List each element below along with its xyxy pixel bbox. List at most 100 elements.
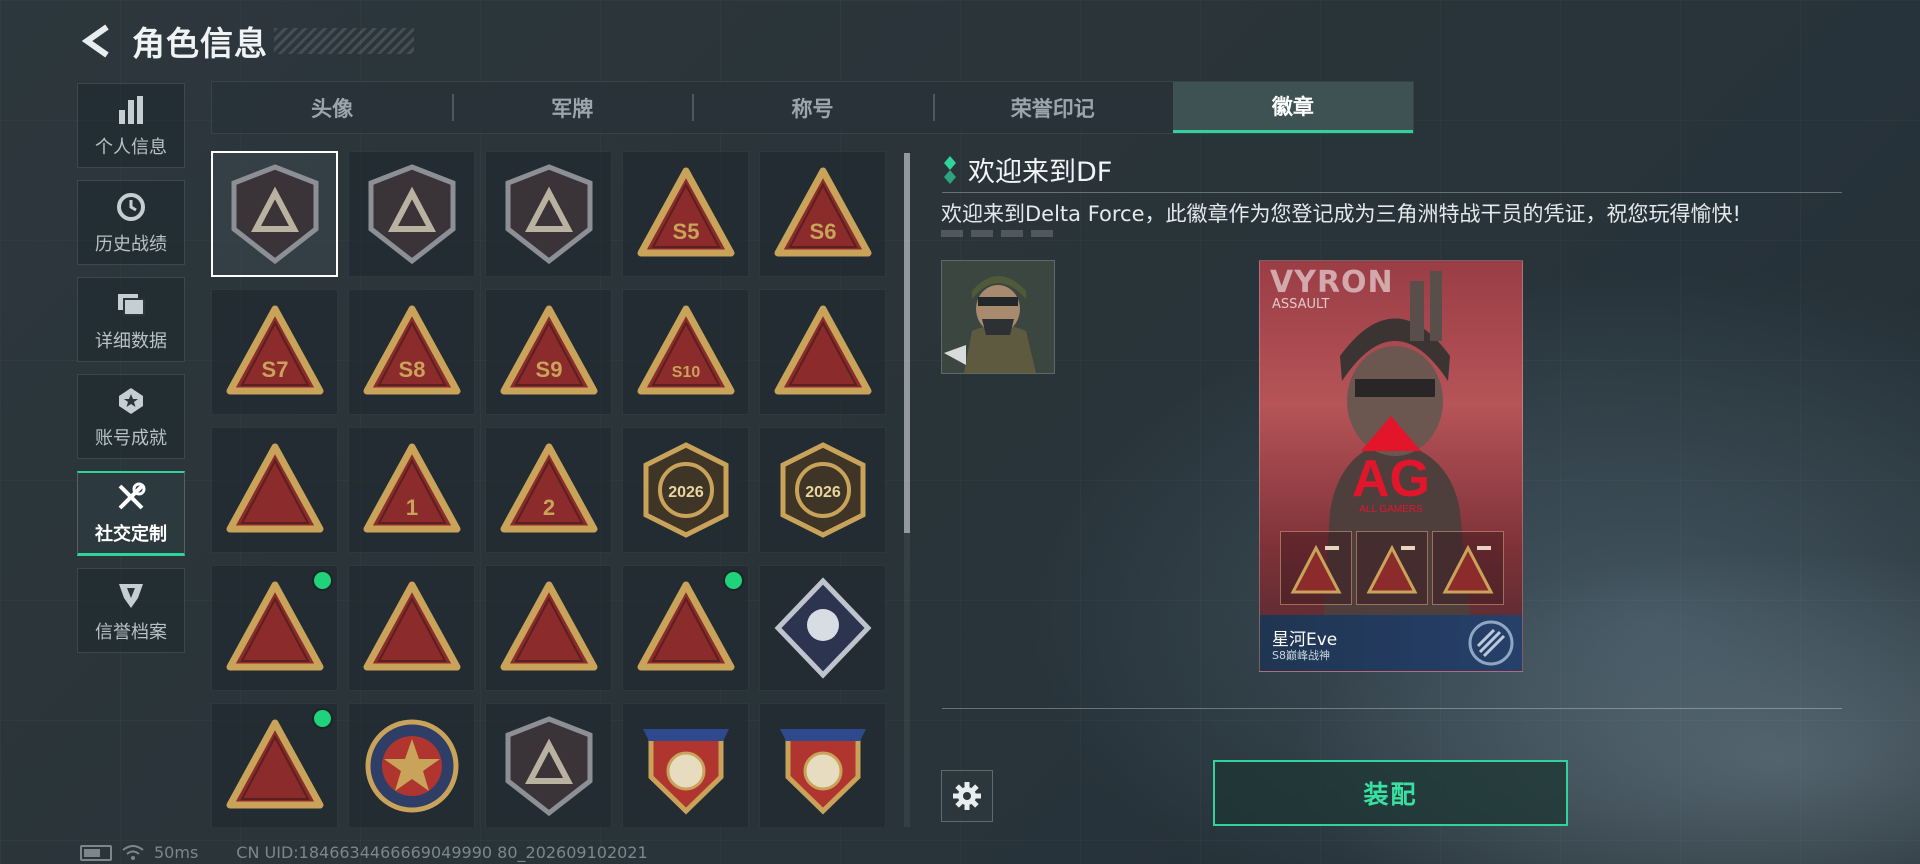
badge-season-9[interactable]: S9 [485, 289, 612, 415]
tab-title[interactable]: 称号 [692, 82, 932, 133]
tab-badge[interactable]: 徽章 [1172, 82, 1414, 133]
badge-gas-mask[interactable] [759, 289, 886, 415]
badge-delta-force-2026-wall[interactable]: 2026 [622, 427, 749, 553]
badge-delta-force-2026-globe[interactable]: 2026 [759, 427, 886, 553]
badge-season-8[interactable]: S8 [348, 289, 475, 415]
settings-button[interactable] [941, 770, 993, 822]
status-bar: 50ms CN UID:1846634466669049990 80_20260… [80, 843, 648, 862]
new-indicator-dot [312, 708, 333, 729]
user-uid: CN UID:1846634466669049990 80_2026091020… [236, 843, 648, 862]
badge-text: S7 [261, 357, 288, 382]
category-tabs: 头像 军牌 称号 荣誉印记 徽章 [211, 81, 1414, 134]
delta-force-2026-wall-badge-icon: 2026 [643, 442, 728, 538]
svg-text:ALL GAMERS: ALL GAMERS [1359, 504, 1423, 515]
badge-season-6[interactable]: S6 [759, 151, 886, 277]
badge-season-7[interactable]: S7 [211, 289, 338, 415]
battery-icon [80, 844, 112, 861]
geometric-logo-badge-icon [505, 164, 592, 265]
page-title: 角色信息 [132, 24, 268, 63]
badge-rocket[interactable] [622, 565, 749, 691]
gear-icon [953, 782, 981, 810]
badge-description: 欢迎来到Delta Force，此徽章作为您登记成为三角洲特战干员的凭证，祝您玩… [941, 202, 1741, 226]
hands-dice-badge-icon [363, 581, 460, 671]
tab-dog-tag[interactable]: 军牌 [452, 82, 692, 133]
title-decoration [274, 28, 414, 54]
folder-icon [114, 287, 148, 321]
season-6-badge-icon: S6 [774, 167, 871, 257]
delta-force-logo-badge-icon [231, 164, 318, 265]
back-button[interactable] [78, 21, 118, 61]
badge-geometric-logo[interactable] [485, 151, 612, 277]
sidebar-item-social[interactable]: 社交定制 [77, 471, 185, 556]
badge-star-emblem[interactable] [348, 703, 475, 827]
card-badge-slot-2 [1356, 531, 1428, 605]
operator-avatar[interactable] [941, 260, 1055, 374]
badge-winged-shield[interactable] [485, 703, 612, 827]
sidebar-item-history[interactable]: 历史战绩 [77, 180, 185, 265]
soldier-kneel-badge-icon [226, 581, 323, 671]
winged-shield-badge-icon [505, 716, 592, 817]
badge-season-5[interactable]: S5 [622, 151, 749, 277]
sidebar-item-label: 信誉档案 [95, 621, 167, 643]
back-arrow-icon [81, 24, 109, 58]
tab-honor-mark[interactable]: 荣誉印记 [932, 82, 1173, 133]
side-navigation: 个人信息 历史战绩 详细数据 账号成就 社交定制 信誉档案 [77, 83, 187, 665]
card-badge-slot-3 [1432, 531, 1504, 605]
rose-badge-icon [774, 577, 871, 679]
shield-icon [114, 578, 148, 612]
card-badge-slot-1 [1280, 531, 1352, 605]
badge-delta-force-logo[interactable] [211, 151, 338, 277]
sidebar-item-label: 个人信息 [95, 136, 167, 158]
achievement-icon [114, 384, 148, 418]
wrench-icon [114, 480, 148, 514]
stars-crest-badge-icon [642, 729, 729, 815]
sidebar-item-achievements[interactable]: 账号成就 [77, 374, 185, 459]
svg-text:AG: AG [1352, 450, 1430, 508]
tab-avatar[interactable]: 头像 [212, 82, 452, 133]
badge-helicopter[interactable] [348, 151, 475, 277]
operator-name: VYRON [1270, 265, 1394, 300]
badge-text: S10 [671, 364, 700, 381]
sidebar-item-profile[interactable]: 个人信息 [77, 83, 185, 168]
badge-hands-dice[interactable] [348, 565, 475, 691]
gas-mask-badge-icon [774, 305, 871, 395]
delta-force-2026-globe-badge-icon: 2026 [780, 442, 865, 538]
clock-icon [114, 190, 148, 224]
new-indicator-dot [312, 570, 333, 591]
season-8-badge-icon: S8 [363, 305, 460, 395]
badge-text: S5 [672, 219, 699, 244]
badge-stars-crest[interactable] [622, 703, 749, 827]
badge-astronaut[interactable] [211, 703, 338, 827]
helicopter-badge-icon [368, 164, 455, 265]
badge-rank-2[interactable]: 2 [485, 427, 612, 553]
sidebar-item-label: 社交定制 [95, 524, 167, 545]
badge-text: 1 [405, 495, 417, 520]
badge-grid-scrollbar[interactable] [904, 153, 910, 827]
sidebar-item-data[interactable]: 详细数据 [77, 277, 185, 362]
rank-1-badge-icon: 1 [363, 443, 460, 533]
diamond-marker-icon [944, 155, 956, 184]
badge-rank-1[interactable]: 1 [348, 427, 475, 553]
ping-value: 50ms [154, 843, 199, 862]
star-emblem-badge-icon [365, 719, 458, 813]
badge-soldier-kneel[interactable] [211, 565, 338, 691]
badge-text: S8 [398, 357, 425, 382]
nest-badge-icon [226, 443, 323, 533]
bar-chart-icon [114, 93, 148, 127]
divider [942, 192, 1842, 193]
badge-rose[interactable] [759, 565, 886, 691]
badge-text: 2026 [668, 484, 704, 501]
rocket-badge-icon [637, 581, 734, 671]
sidebar-item-label: 历史战绩 [95, 233, 167, 255]
scrollbar-thumb[interactable] [904, 153, 910, 533]
badge-stars-crest-dice[interactable] [759, 703, 886, 827]
badge-nest[interactable] [211, 427, 338, 553]
badge-squad[interactable] [485, 565, 612, 691]
sidebar-item-reputation[interactable]: 信誉档案 [77, 568, 185, 653]
season-10-badge-icon: S10 [637, 305, 734, 395]
badge-season-10[interactable]: S10 [622, 289, 749, 415]
badge-text: 2 [542, 495, 554, 520]
equip-button[interactable]: 装配 [1213, 760, 1568, 826]
season-9-badge-icon: S9 [500, 305, 597, 395]
page-header: 角色信息 [78, 16, 414, 66]
